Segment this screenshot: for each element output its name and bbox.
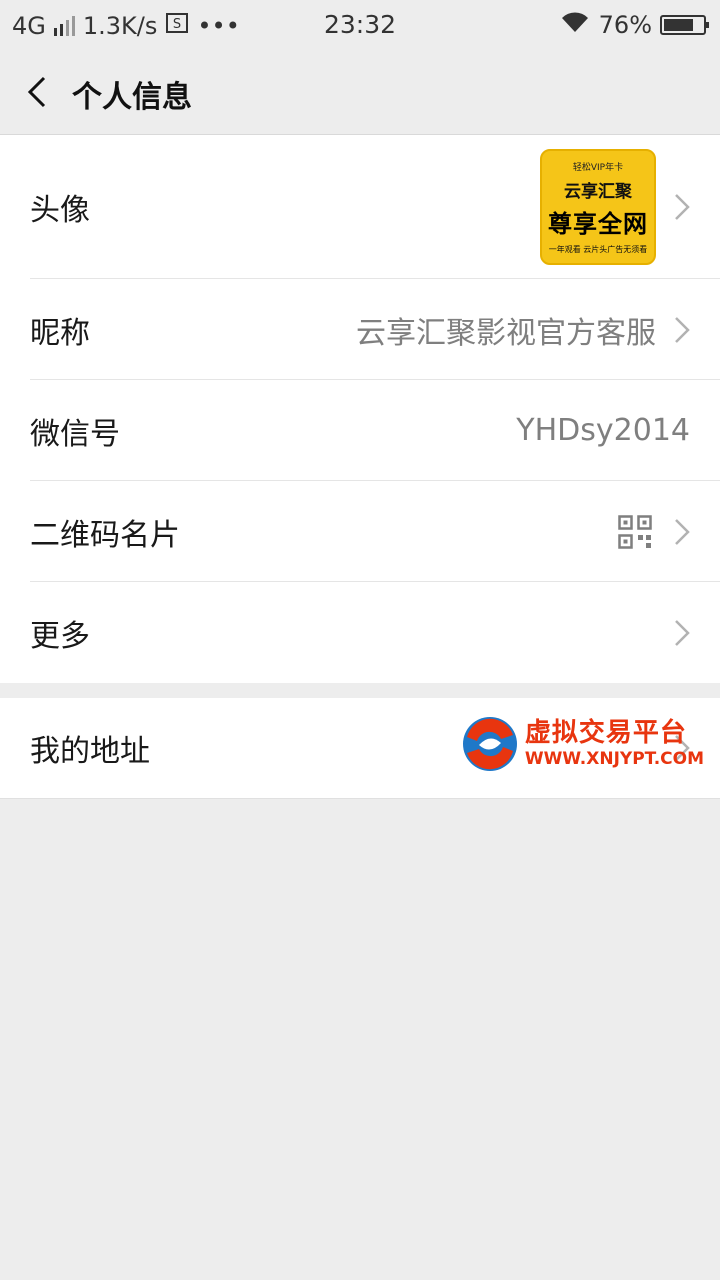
nickname-value: 云享汇聚影视官方客服 bbox=[356, 315, 656, 351]
chevron-right-icon bbox=[675, 518, 690, 545]
back-button[interactable] bbox=[24, 74, 54, 110]
row-avatar[interactable]: 头像 轻松VIP年卡 云享汇聚 尊享全网 一年观看 云片头广告无须看 bbox=[0, 135, 720, 279]
avatar-top-text: 轻松VIP年卡 bbox=[572, 162, 624, 173]
wifi-icon bbox=[559, 10, 591, 40]
chevron-right-icon bbox=[675, 619, 690, 646]
address-label: 我的地址 bbox=[30, 734, 150, 769]
avatar-footer-text: 一年观看 云片头广告无须看 bbox=[548, 244, 648, 254]
qr-code-icon bbox=[618, 515, 652, 549]
avatar-main-text: 尊享全网 bbox=[548, 209, 648, 238]
row-wechat-id[interactable]: 微信号 YHDsy2014 bbox=[0, 380, 720, 481]
watermark-url: WWW.XNJYPT.COM bbox=[524, 749, 704, 769]
address-group: 我的地址 虚拟交易平台 WWW.XNJYPT.COM bbox=[0, 698, 720, 799]
row-more[interactable]: 更多 bbox=[0, 582, 720, 683]
qr-card-label: 二维码名片 bbox=[30, 517, 180, 553]
profile-group: 头像 轻松VIP年卡 云享汇聚 尊享全网 一年观看 云片头广告无须看 昵称 云享… bbox=[0, 135, 720, 683]
page-title: 个人信息 bbox=[72, 80, 192, 115]
row-address[interactable]: 我的地址 虚拟交易平台 WWW.XNJYPT.COM bbox=[0, 698, 720, 798]
status-bar: 4G 1.3K/s S ••• 23:32 76% bbox=[0, 0, 720, 50]
avatar: 轻松VIP年卡 云享汇聚 尊享全网 一年观看 云片头广告无须看 bbox=[540, 149, 656, 265]
chevron-right-icon bbox=[675, 316, 690, 343]
avatar-label: 头像 bbox=[30, 193, 90, 228]
chevron-right-icon bbox=[675, 194, 690, 220]
watermark-logo-icon bbox=[462, 717, 517, 771]
battery-icon bbox=[660, 15, 709, 35]
battery-percent: 76% bbox=[598, 11, 652, 39]
wechat-id-value: YHDsy2014 bbox=[516, 413, 690, 448]
more-label: 更多 bbox=[30, 618, 90, 654]
avatar-brand-text: 云享汇聚 bbox=[564, 181, 632, 202]
watermark-text: 虚拟交易平台 WWW.XNJYPT.COM bbox=[525, 718, 704, 770]
wechat-id-label: 微信号 bbox=[30, 416, 120, 452]
nav-bar: 个人信息 bbox=[0, 50, 720, 135]
row-qr-card[interactable]: 二维码名片 bbox=[0, 481, 720, 582]
chevron-left-icon bbox=[27, 76, 46, 108]
watermark-cn: 虚拟交易平台 bbox=[524, 718, 687, 748]
watermark: 虚拟交易平台 WWW.XNJYPT.COM bbox=[461, 714, 704, 774]
row-nickname[interactable]: 昵称 云享汇聚影视官方客服 bbox=[0, 279, 720, 380]
status-right: 76% bbox=[559, 10, 709, 40]
nickname-label: 昵称 bbox=[30, 315, 90, 351]
